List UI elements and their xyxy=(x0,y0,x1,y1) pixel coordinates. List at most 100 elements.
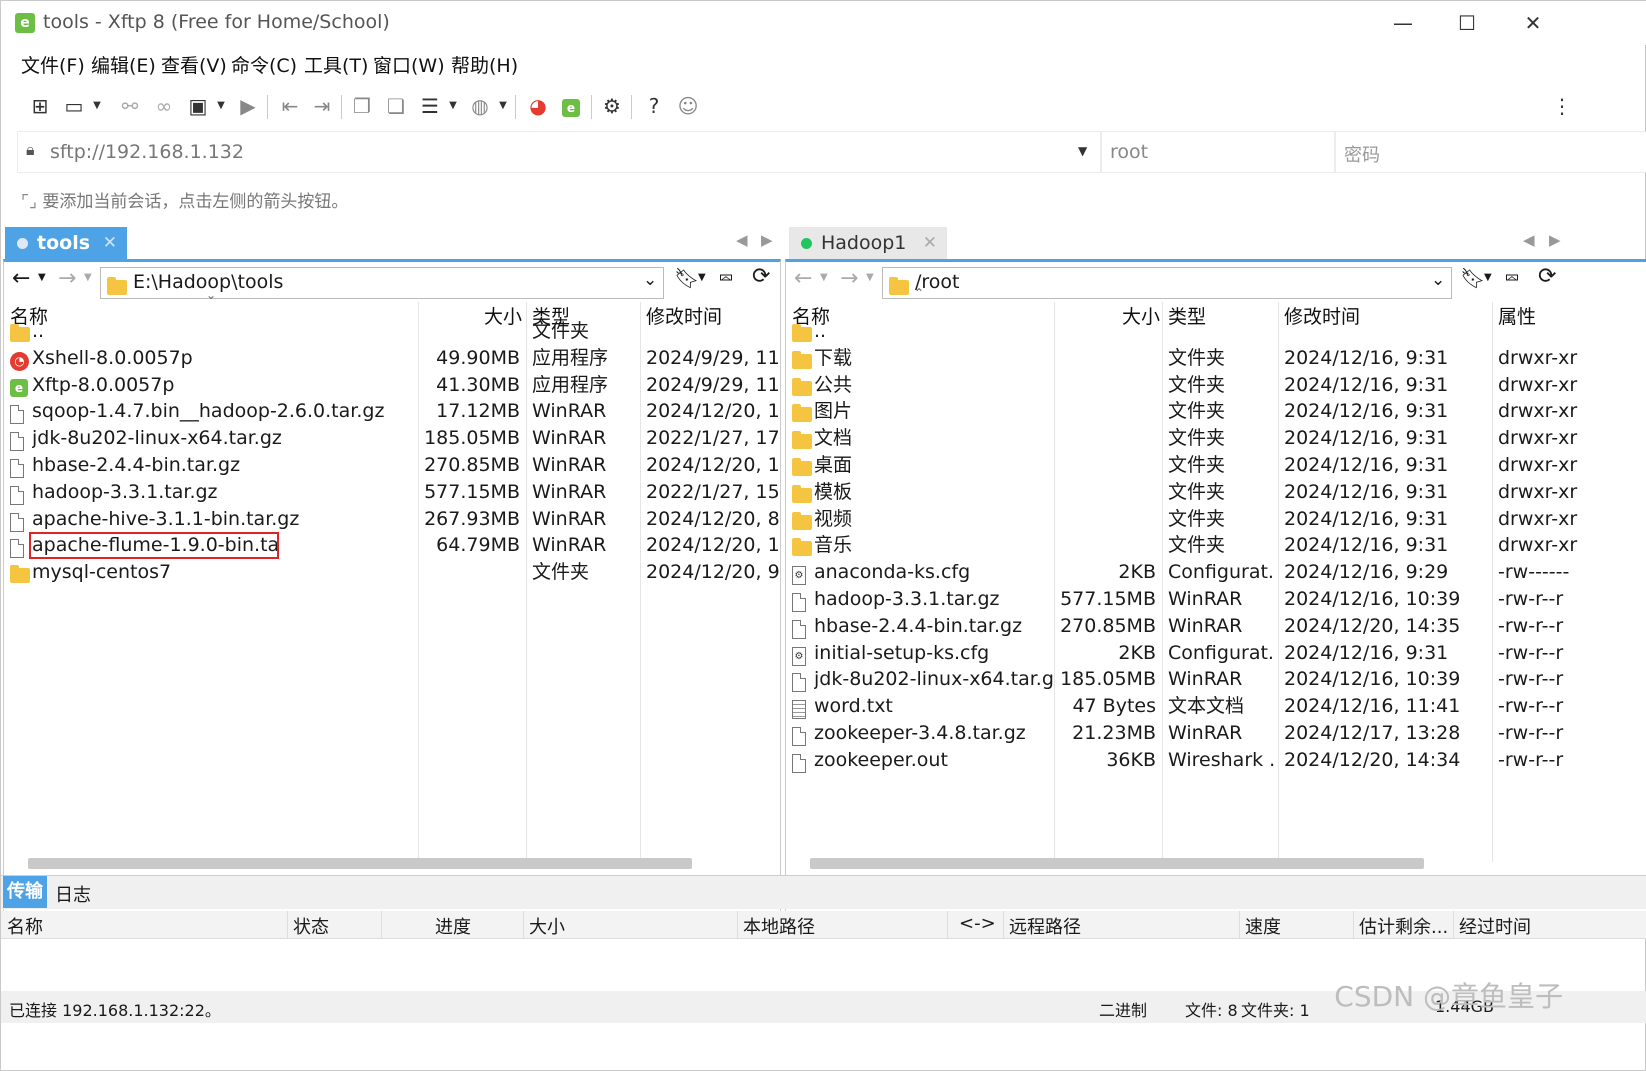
col-local-path[interactable]: 本地路径 xyxy=(743,913,815,939)
password-field[interactable]: 密码 xyxy=(1335,131,1646,173)
file-row[interactable]: zookeeper.out 36KB Wireshark ... 2024/12/20… xyxy=(786,747,1646,774)
horizontal-scrollbar[interactable] xyxy=(810,858,1424,869)
tab-next-icon[interactable]: ▶ xyxy=(761,231,773,249)
file-row[interactable]: apache-flume-1.9.0-bin.tar.gz 64.79MB WinR… xyxy=(4,532,780,560)
file-row[interactable]: apache-hive-3.1.1-bin.tar.gz 267.93MB WinR… xyxy=(4,506,780,533)
chevron-down-icon[interactable]: ▼ xyxy=(215,91,227,121)
menu-help[interactable]: 帮助(H) xyxy=(451,51,518,78)
file-row[interactable]: 桌面 文件夹 2024/12/16, 9:31 drwxr-xr xyxy=(786,452,1646,479)
maximize-button[interactable]: ☐ xyxy=(1437,7,1497,39)
chevron-down-icon[interactable]: ⌄ xyxy=(643,270,657,290)
xftp-icon[interactable]: e xyxy=(556,91,586,121)
chevron-down-icon[interactable]: ▼ xyxy=(1078,144,1087,158)
file-row[interactable]: sqoop-1.4.7.bin__hadoop-2.6.0.tar.gz 17.1… xyxy=(4,398,780,425)
remote-path-input[interactable]: /root ⌄ xyxy=(882,267,1452,299)
file-row[interactable]: hadoop-3.3.1.tar.gz 577.15MB WinRAR 2024/12… xyxy=(786,586,1646,613)
col-remote-path[interactable]: 远程路径 xyxy=(1009,913,1081,939)
chevron-down-icon[interactable]: ▼ xyxy=(84,272,92,283)
horizontal-scrollbar[interactable] xyxy=(28,858,692,869)
open-folder-icon[interactable]: ▭ xyxy=(59,91,89,121)
col-eta[interactable]: 估计剩余... xyxy=(1359,913,1448,939)
col-status[interactable]: 状态 xyxy=(293,913,329,939)
col-elapsed[interactable]: 经过时间 xyxy=(1459,913,1531,939)
col-size[interactable]: 大小 xyxy=(529,913,565,939)
chevron-down-icon[interactable]: ⌄ xyxy=(1431,270,1445,290)
file-row[interactable]: zookeeper-3.4.8.tar.gz 21.23MB WinRAR 2024/… xyxy=(786,720,1646,747)
more-options-icon[interactable]: ⋮ xyxy=(1547,91,1577,121)
minimize-button[interactable]: — xyxy=(1373,7,1433,39)
host-field[interactable]: 🔒︎ sftp://192.168.1.132 ▼ xyxy=(17,131,1101,173)
tab-next-icon[interactable]: ▶ xyxy=(1549,231,1561,249)
chevron-down-icon[interactable]: ▼ xyxy=(447,91,459,121)
file-row[interactable]: 音乐 文件夹 2024/12/16, 9:31 drwxr-xr xyxy=(786,532,1646,559)
parent-folder-icon[interactable]: ⮹ xyxy=(718,266,734,290)
add-session-icon[interactable]: ⌜⌟ xyxy=(21,192,42,212)
new-session-icon[interactable]: ⊞ xyxy=(25,91,55,121)
file-row[interactable]: 模板 文件夹 2024/12/16, 9:31 drwxr-xr xyxy=(786,479,1646,506)
file-row[interactable]: mysql-centos7 文件夹 2024/12/20, 9:1 xyxy=(4,559,780,586)
back-icon[interactable]: ← xyxy=(12,266,30,291)
tab-transfer[interactable]: 传输 xyxy=(3,876,47,908)
help-icon[interactable]: ? xyxy=(639,91,669,121)
bookmark-icon[interactable]: 🔖︎ xyxy=(1460,266,1485,290)
refresh-icon[interactable]: ⟳ xyxy=(1538,264,1556,289)
menu-command[interactable]: 命令(C) xyxy=(231,51,297,78)
file-row[interactable]: .. xyxy=(786,318,1646,345)
xshell-icon[interactable]: ◕ xyxy=(523,91,553,121)
file-row[interactable]: jdk-8u202-linux-x64.tar.gz 185.05MB WinRAR… xyxy=(786,666,1646,693)
forward-icon[interactable]: → xyxy=(840,266,858,291)
menu-tools[interactable]: 工具(T) xyxy=(304,51,368,78)
refresh-icon[interactable]: ⟳ xyxy=(752,264,770,289)
file-row[interactable]: 视频 文件夹 2024/12/16, 9:31 drwxr-xr xyxy=(786,506,1646,533)
back-icon[interactable]: ← xyxy=(794,266,812,291)
menu-file[interactable]: 文件(F) xyxy=(21,51,85,78)
file-row[interactable]: hbase-2.4.4-bin.tar.gz 270.85MB WinRAR 2024… xyxy=(4,452,780,479)
file-row[interactable]: jdk-8u202-linux-x64.tar.gz 185.05MB WinRAR… xyxy=(4,425,780,452)
menu-view[interactable]: 查看(V) xyxy=(161,51,227,78)
file-row[interactable]: ◔ Xshell-8.0.0057p 49.90MB 应用程序 2024/9/29, 1… xyxy=(4,345,780,372)
file-row[interactable]: ⚙ initial-setup-ks.cfg 2KB Configurat... 202… xyxy=(786,640,1646,667)
local-path-input[interactable]: E:\Hadoop\tools ⌄ xyxy=(100,267,664,299)
chevron-down-icon[interactable]: ▼ xyxy=(1484,272,1492,283)
parent-folder-icon[interactable]: ⮹ xyxy=(1504,266,1520,290)
transfer-right-icon[interactable]: ⇥ xyxy=(307,91,337,121)
new-window-icon[interactable]: ▣ xyxy=(183,91,213,121)
chevron-down-icon[interactable]: ▼ xyxy=(866,272,874,283)
gear-icon[interactable]: ⚙ xyxy=(597,91,627,121)
file-row[interactable]: 公共 文件夹 2024/12/16, 9:31 drwxr-xr xyxy=(786,372,1646,399)
play-icon[interactable]: ▶ xyxy=(233,91,263,121)
menu-window[interactable]: 窗口(W) xyxy=(373,51,445,78)
paste-icon[interactable]: ❏ xyxy=(381,91,411,121)
file-row[interactable]: 下载 文件夹 2024/12/16, 9:31 drwxr-xr xyxy=(786,345,1646,372)
tab-prev-icon[interactable]: ◀ xyxy=(1523,231,1535,249)
col-progress[interactable]: 进度 xyxy=(435,913,471,939)
bookmark-icon[interactable]: 🔖︎ xyxy=(674,266,699,290)
file-row[interactable]: hadoop-3.3.1.tar.gz 577.15MB WinRAR 2022/1/… xyxy=(4,479,780,506)
chat-icon[interactable]: ☺ xyxy=(673,91,703,121)
col-name[interactable]: 名称 xyxy=(7,913,43,939)
list-view-icon[interactable]: ☰ xyxy=(415,91,445,121)
menu-edit[interactable]: 编辑(E) xyxy=(91,51,156,78)
col-direction[interactable]: <-> xyxy=(959,913,996,934)
close-tab-icon[interactable]: ✕ xyxy=(103,227,117,259)
file-row[interactable]: ⚙ anaconda-ks.cfg 2KB Configurat... 2024/12/… xyxy=(786,559,1646,586)
file-row[interactable]: .. 文件夹 xyxy=(4,318,780,345)
transfer-mode[interactable]: 二进制 xyxy=(1099,997,1147,1021)
copy-icon[interactable]: ❐ xyxy=(347,91,377,121)
disconnect-icon[interactable]: ⚯ xyxy=(115,91,145,121)
tab-tools[interactable]: tools ✕ xyxy=(5,227,127,259)
tab-log[interactable]: 日志 xyxy=(55,881,91,907)
col-speed[interactable]: 速度 xyxy=(1245,913,1281,939)
username-field[interactable]: root xyxy=(1101,131,1335,173)
chevron-down-icon[interactable]: ▼ xyxy=(38,272,46,283)
chevron-down-icon[interactable]: ▼ xyxy=(91,91,103,121)
file-row[interactable]: eXftp-8.0.0057p 41.30MB 应用程序 2024/9/29, 11:… xyxy=(4,372,780,399)
transfer-left-icon[interactable]: ⇤ xyxy=(275,91,305,121)
link-icon[interactable]: ∞ xyxy=(149,91,179,121)
tab-prev-icon[interactable]: ◀ xyxy=(736,231,748,249)
chevron-down-icon[interactable]: ▼ xyxy=(497,91,509,121)
file-row[interactable]: 图片 文件夹 2024/12/16, 9:31 drwxr-xr xyxy=(786,398,1646,425)
tab-hadoop1[interactable]: Hadoop1 ✕ xyxy=(789,227,947,259)
chevron-down-icon[interactable]: ▼ xyxy=(820,272,828,283)
file-row[interactable]: word.txt 47 Bytes 文本文档 2024/12/16, 11:41 -rw… xyxy=(786,693,1646,720)
